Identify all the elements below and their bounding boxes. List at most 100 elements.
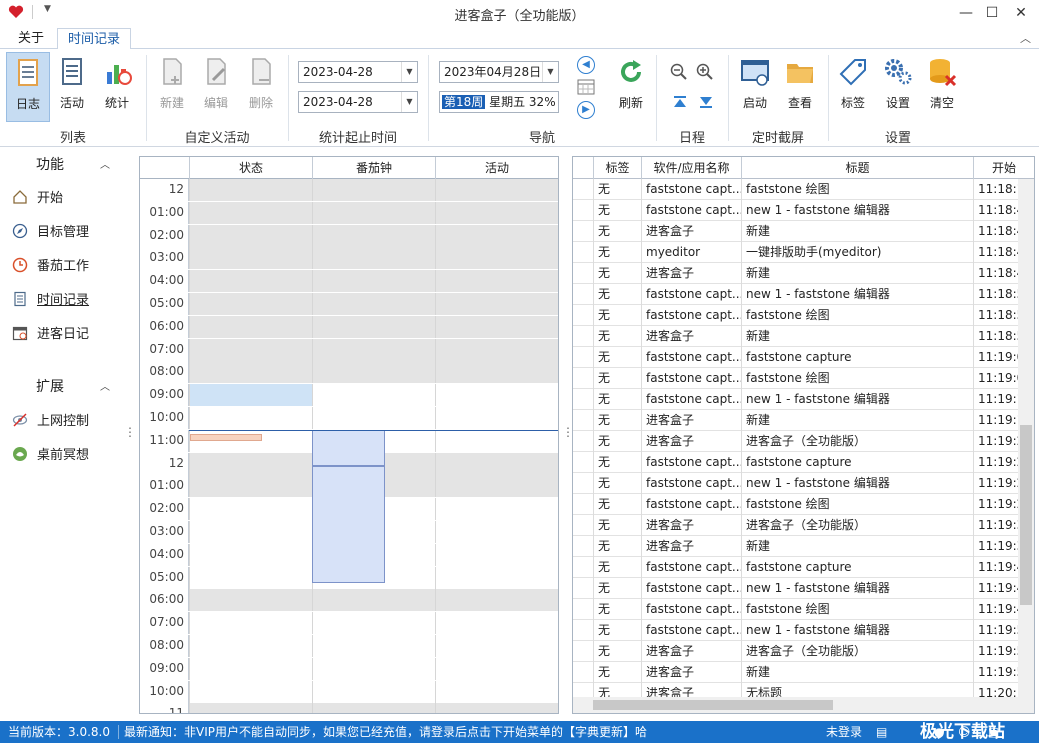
calendar-cell[interactable] [312,407,435,429]
table-row[interactable]: 无进客盒子新建11:19:3 [573,536,1018,557]
table-row[interactable]: 无 faststone capt... new 1 - faststone 编辑器 1… [573,578,1018,599]
calendar-cell[interactable] [189,407,312,429]
calendar-cell[interactable] [435,566,558,589]
chevron-down-icon[interactable]: ▼ [401,62,417,82]
chevron-up-icon[interactable]: ︿ [100,378,110,393]
clear-button[interactable]: 清空 [920,52,964,122]
capture-view-button[interactable]: 查看 [778,52,822,122]
calendar-cell[interactable] [435,635,558,657]
prev-arrow-icon[interactable]: ◀ [577,56,595,74]
calendar-cell[interactable] [189,293,312,315]
calendar-cell[interactable] [435,179,558,201]
chevron-down-icon[interactable]: ▼ [542,62,558,82]
sidebar-item-web-control[interactable]: 上网控制 [12,411,89,433]
vertical-scrollbar[interactable] [1018,179,1034,699]
edit-button[interactable]: 编辑 [194,52,238,122]
calendar-cell[interactable] [189,657,312,680]
calendar-cell[interactable] [435,429,558,452]
table-row[interactable]: 无faststone capt...faststone 绘图11:19:0 [573,368,1018,389]
sidebar-item-meditation[interactable]: 桌前冥想 [12,445,89,467]
calendar-cell[interactable] [189,452,312,475]
calendar-cell[interactable] [312,224,435,247]
calendar-cell[interactable] [189,566,312,589]
calendar-cell[interactable] [189,315,312,338]
table-row[interactable]: 无faststone capt...faststone 绘图11:18:5 [573,305,1018,326]
table-row[interactable]: 无 faststone capt... faststone capture 11:19… [573,452,1018,473]
calendar-cell[interactable] [435,315,558,338]
move-down-icon[interactable] [698,95,714,109]
tab-time-record[interactable]: 时间记录 [57,28,132,50]
calendar-cell[interactable] [312,315,435,338]
tag-button[interactable]: 标签 [831,52,875,122]
calendar-cell[interactable] [312,361,435,384]
scrollbar-thumb[interactable] [1020,425,1032,605]
pomodoro-block[interactable] [312,429,385,466]
delete-button[interactable]: 删除 [239,52,283,122]
calendar-cell[interactable] [435,407,558,429]
calendar-cell[interactable] [312,293,435,315]
log-button[interactable]: 日志 [6,52,50,122]
table-row[interactable]: 无进客盒子新建11:18:4 [573,263,1018,284]
refresh-button[interactable]: 刷新 [609,52,653,122]
table-row[interactable]: 无 faststone capt... faststone capture 11:19… [573,557,1018,578]
splitter-handle[interactable]: ⋮ [124,425,136,439]
calendar-cell[interactable] [312,612,435,635]
calendar-icon[interactable] [577,79,595,95]
capture-start-button[interactable]: 启动 [733,52,777,122]
calendar-cell[interactable] [312,179,435,201]
next-arrow-icon[interactable]: ▶ [577,101,595,119]
calendar-cell[interactable] [189,680,312,703]
sidebar-item-diary[interactable]: 进客日记 [12,324,89,346]
calendar-cell[interactable] [435,338,558,361]
column-header-title[interactable]: 标题 [741,157,973,179]
table-row[interactable]: 无进客盒子新建11:19:5 [573,662,1018,683]
column-header-app[interactable]: 软件/应用名称 [641,157,741,179]
new-button[interactable]: 新建 [150,52,194,122]
calendar-cell[interactable] [189,589,312,612]
calendar-cell[interactable] [435,224,558,247]
calendar-cell[interactable] [435,384,558,407]
calendar-cell[interactable] [435,475,558,498]
calendar-cell[interactable] [189,635,312,657]
calendar-cell[interactable] [435,589,558,612]
calendar-cell[interactable] [189,498,312,521]
sidebar-item-goals[interactable]: 目标管理 [12,222,89,244]
calendar-cell[interactable] [435,498,558,521]
table-row[interactable]: 无 faststone capt... new 1 - faststone 编辑器 1… [573,200,1018,221]
end-date-picker[interactable]: 2023-04-28 ▼ [298,91,418,113]
calendar-cell[interactable] [189,475,312,498]
chevron-down-icon[interactable]: ▼ [401,92,417,112]
settings-button[interactable]: 设置 [876,52,920,122]
calendar-cell[interactable] [312,270,435,293]
calendar-cell[interactable] [189,224,312,247]
table-row[interactable]: 无进客盒子进客盒子（全功能版）11:19:2 [573,431,1018,452]
calendar-cell[interactable] [312,201,435,224]
table-row[interactable]: 无进客盒子进客盒子（全功能版）11:19:5 [573,641,1018,662]
calendar-cell[interactable] [312,703,435,713]
activity-button[interactable]: 活动 [50,52,94,122]
calendar-cell[interactable] [435,612,558,635]
login-status[interactable]: 未登录 [826,721,862,743]
chevron-up-icon[interactable]: ︿ [100,156,110,171]
calendar-cell[interactable] [189,270,312,293]
sidebar-item-pomodoro[interactable]: 番茄工作 [12,256,89,278]
calendar-cell[interactable] [435,680,558,703]
calendar-cell[interactable] [189,612,312,635]
calendar-cell[interactable] [189,543,312,566]
calendar-cell[interactable] [312,635,435,657]
zoom-out-icon[interactable] [670,63,688,81]
table-row[interactable]: 无faststone capt...faststone 绘图11:19:4 [573,599,1018,620]
status-block[interactable] [190,384,312,407]
table-row[interactable]: 无faststone capt...faststone 绘图11:19:2 [573,494,1018,515]
column-header-start[interactable]: 开始 [973,157,1034,179]
calendar-cell[interactable] [435,452,558,475]
calendar-cell[interactable] [312,589,435,612]
pomodoro-block[interactable] [312,465,385,583]
scrollbar-thumb[interactable] [593,700,833,710]
notes-icon[interactable]: ▤ [876,721,887,743]
tab-about[interactable]: 关于 [8,28,54,49]
calendar-cell[interactable] [189,361,312,384]
calendar-cell[interactable] [189,703,312,713]
table-row[interactable]: 无faststone capt...faststone 绘图11:18:1 [573,179,1018,200]
table-row[interactable]: 无进客盒子进客盒子（全功能版）11:19:3 [573,515,1018,536]
